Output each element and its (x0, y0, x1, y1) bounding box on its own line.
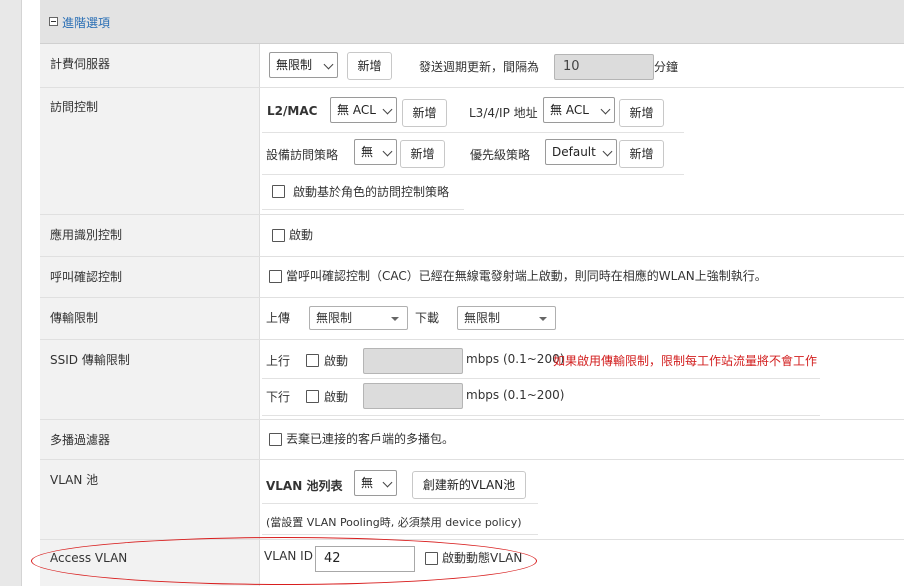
vlan-pool-label: VLAN 池 (50, 473, 99, 487)
priority-policy-select[interactable]: Default (545, 139, 617, 165)
vlan-pool-list-label: VLAN 池列表 (266, 479, 343, 493)
collapse-icon[interactable] (49, 17, 58, 26)
downlink-enable-label: 啟動 (324, 390, 349, 404)
priority-policy-add-button[interactable]: 新增 (619, 140, 664, 168)
row-ssid-rate-limit: SSID 傳輸限制 上行 啟動 mbps (0.1~200) 如果啟用傳輸限制，… (40, 340, 904, 420)
row-rate-limit: 傳輸限制 上傳 無限制 下載 無限制 (40, 298, 904, 340)
role-based-label: 啟動基於角色的訪問控制策略 (293, 185, 450, 199)
rate-limit-label: 傳輸限制 (50, 311, 99, 325)
upload-label: 上傳 (266, 311, 291, 325)
l2-acl-select[interactable]: 無 ACL (330, 97, 397, 123)
cac-label: 呼叫確認控制 (50, 270, 123, 284)
uplink-label: 上行 (266, 354, 291, 368)
app-id-label: 應用識別控制 (50, 228, 123, 242)
multicast-filter-label: 多播過濾器 (50, 433, 111, 447)
role-based-checkbox[interactable] (272, 185, 285, 198)
uplink-enable-label: 啟動 (324, 354, 349, 368)
uplink-checkbox[interactable] (306, 354, 319, 367)
priority-policy-label: 優先級策略 (470, 148, 531, 162)
billing-add-button[interactable]: 新增 (347, 52, 392, 80)
left-gutter (0, 0, 21, 586)
device-policy-add-button[interactable]: 新增 (400, 140, 445, 168)
chevron-down-icon (323, 59, 334, 70)
chevron-down-icon (382, 104, 393, 115)
row-vlan-pool: VLAN 池 VLAN 池列表 無 創建新的VLAN池 (當設置 VLAN Po… (40, 460, 904, 540)
downlink-checkbox[interactable] (306, 390, 319, 403)
gutter-divider (21, 0, 22, 586)
device-policy-label: 設備訪問策略 (266, 148, 339, 162)
upload-limit-select[interactable]: 無限制 (309, 306, 408, 330)
section-header[interactable]: 進階選項 (40, 0, 904, 44)
create-vlan-pool-button[interactable]: 創建新的VLAN池 (412, 471, 526, 499)
l2-add-button[interactable]: 新增 (402, 99, 447, 127)
app-id-enable-label: 啟動 (289, 228, 314, 242)
downlink-rate-input[interactable] (363, 383, 463, 409)
chevron-down-icon (382, 146, 393, 157)
row-cac: 呼叫確認控制 當呼叫確認控制（CAC）已經在無線電發射端上啟動，則同時在相應的W… (40, 257, 904, 298)
advanced-options-panel: 進階選項 計費伺服器 無限制 新增 發送週期更新，間隔為 10 分鐘 訪問控制 … (40, 0, 904, 586)
chevron-down-icon (382, 477, 393, 488)
uplink-unit: mbps (0.1~200) (466, 352, 565, 366)
dropdown-arrow-icon (539, 317, 547, 321)
multicast-checkbox[interactable] (269, 433, 282, 446)
l3-ip-label: L3/4/IP 地址 (469, 106, 538, 120)
vlan-pool-select[interactable]: 無 (354, 470, 397, 496)
interval-label: 發送週期更新，間隔為 (419, 60, 540, 74)
uplink-rate-input[interactable] (363, 348, 463, 374)
l3-acl-select[interactable]: 無 ACL (543, 97, 615, 123)
cac-checkbox[interactable] (269, 270, 282, 283)
row-billing-server: 計費伺服器 無限制 新增 發送週期更新，間隔為 10 分鐘 (40, 44, 904, 88)
billing-server-select[interactable]: 無限制 (269, 52, 338, 78)
l2-mac-label: L2/MAC (267, 104, 318, 118)
chevron-down-icon (600, 104, 611, 115)
section-title: 進階選項 (62, 16, 111, 30)
billing-server-label: 計費伺服器 (50, 57, 111, 71)
chevron-down-icon (602, 146, 613, 157)
row-app-id-control: 應用識別控制 啟動 (40, 215, 904, 257)
multicast-text: 丟棄已連接的客戶端的多播包。 (286, 432, 455, 446)
download-limit-select[interactable]: 無限制 (457, 306, 556, 330)
ssid-rate-limit-label: SSID 傳輸限制 (50, 353, 130, 367)
access-control-label: 訪問控制 (50, 100, 99, 114)
vlan-pool-note: (當設置 VLAN Pooling時, 必須禁用 device policy) (266, 516, 522, 529)
download-label: 下載 (415, 311, 440, 325)
rate-limit-warning: 如果啟用傳輸限制，限制每工作站流量將不會工作 (553, 354, 818, 368)
interval-input[interactable]: 10 (554, 54, 654, 80)
device-policy-select[interactable]: 無 (354, 139, 397, 165)
downlink-unit: mbps (0.1~200) (466, 388, 565, 402)
highlight-ellipse (31, 537, 537, 585)
row-multicast-filter: 多播過濾器 丟棄已連接的客戶端的多播包。 (40, 420, 904, 460)
l3-add-button[interactable]: 新增 (619, 99, 664, 127)
downlink-label: 下行 (266, 390, 291, 404)
row-access-control: 訪問控制 L2/MAC 無 ACL 新增 L3/4/IP 地址 無 ACL 新增… (40, 88, 904, 215)
cac-text: 當呼叫確認控制（CAC）已經在無線電發射端上啟動，則同時在相應的WLAN上強制執… (286, 269, 767, 283)
app-id-checkbox[interactable] (272, 229, 285, 242)
interval-unit: 分鐘 (654, 60, 679, 74)
dropdown-arrow-icon (391, 317, 399, 321)
